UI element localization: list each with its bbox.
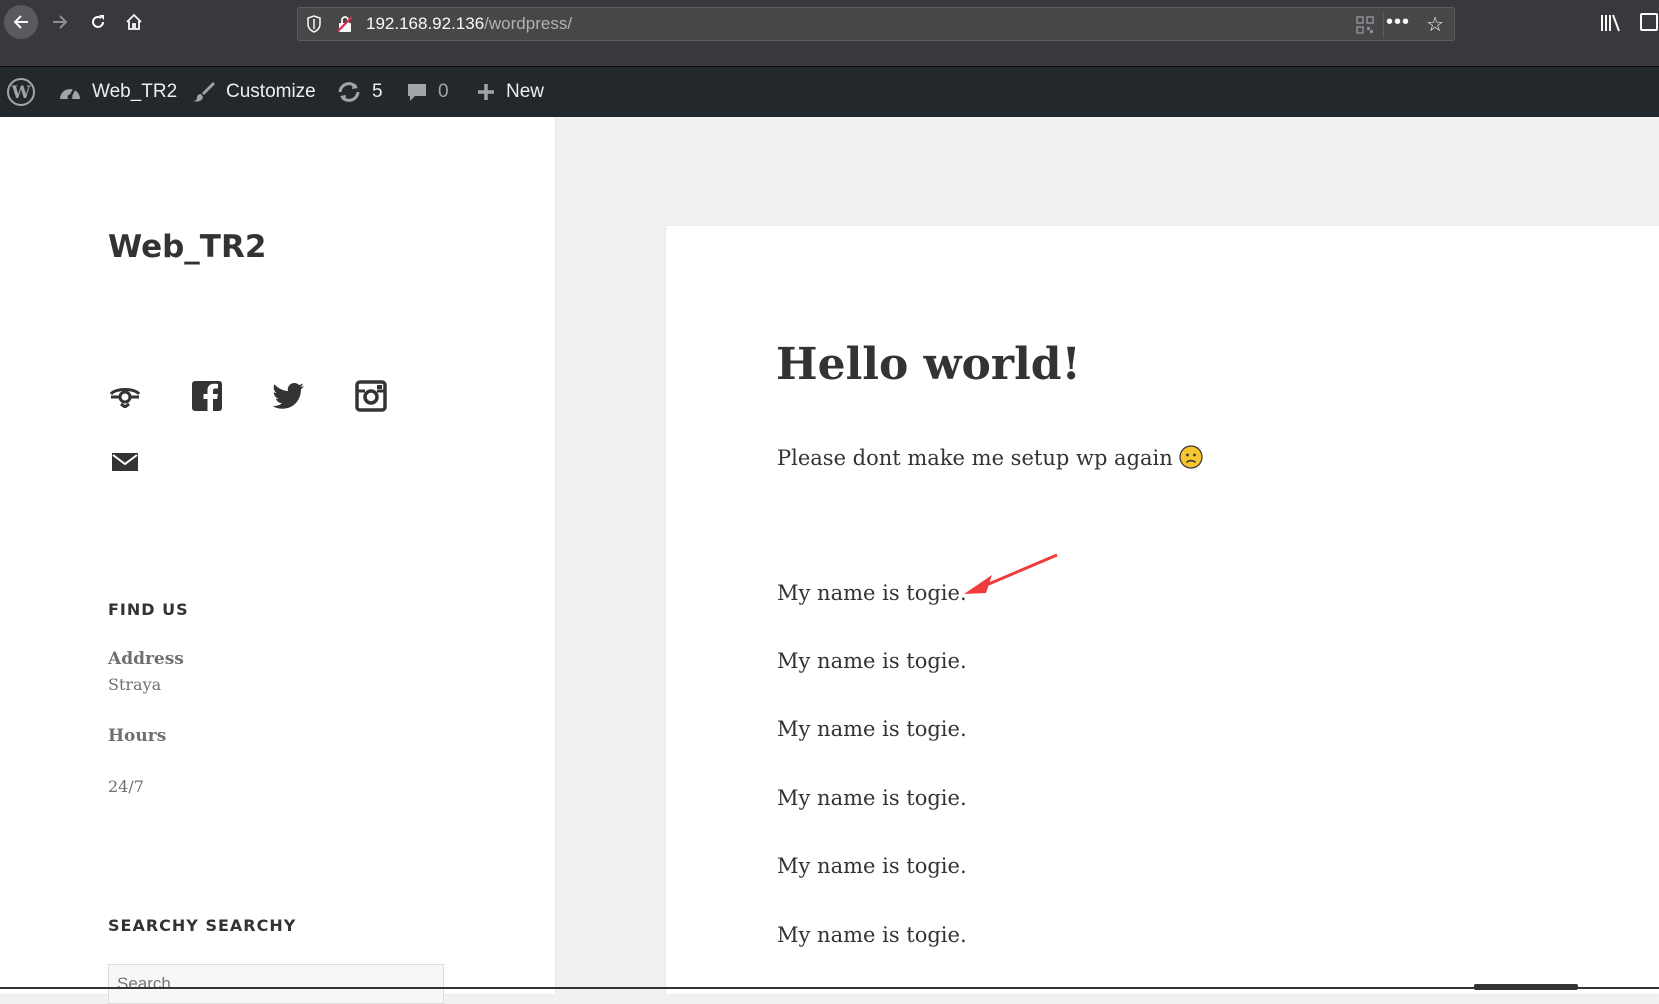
comments-count: 0 bbox=[438, 81, 449, 102]
hours-value: 24/7 bbox=[108, 777, 144, 796]
sidebar-toggle-icon[interactable] bbox=[1640, 13, 1658, 31]
wp-logo-menu[interactable]: W bbox=[6, 67, 36, 117]
bookmark-star-icon[interactable]: ☆ bbox=[1426, 12, 1444, 36]
reload-icon bbox=[92, 15, 104, 28]
back-button[interactable] bbox=[4, 5, 38, 39]
new-content-menu[interactable]: New bbox=[476, 67, 544, 117]
page-bottom-edge bbox=[0, 987, 1659, 989]
slightly-frowning-face-icon bbox=[1179, 445, 1203, 469]
instagram-icon[interactable] bbox=[354, 379, 388, 413]
post-article: Hello world! Please dont make me setup w… bbox=[666, 226, 1659, 994]
back-arrow-icon bbox=[13, 15, 28, 29]
url-text[interactable]: 192.168.92.136/wordpress/ bbox=[366, 14, 572, 34]
address-value: Straya bbox=[108, 675, 162, 694]
url-bar[interactable]: 192.168.92.136/wordpress/ ••• ☆ bbox=[297, 7, 1455, 41]
annotation-arrow-icon bbox=[964, 553, 1058, 594]
post-title[interactable]: Hello world! bbox=[776, 339, 1081, 390]
post-line: My name is togie. bbox=[777, 786, 967, 810]
email-icon[interactable] bbox=[108, 445, 142, 479]
new-label: New bbox=[506, 81, 545, 102]
site-sidebar: Web_TR2 FIND US Address Straya Hours 24/… bbox=[0, 117, 555, 1004]
forward-arrow-icon bbox=[53, 15, 68, 29]
search-input[interactable] bbox=[108, 964, 444, 1004]
site-title[interactable]: Web_TR2 bbox=[108, 229, 266, 265]
site-name-menu[interactable]: Web_TR2 bbox=[58, 67, 177, 117]
browser-toolbar: 192.168.92.136/wordpress/ ••• ☆ bbox=[0, 0, 1659, 67]
facebook-icon[interactable] bbox=[190, 379, 224, 413]
post-line: My name is togie. bbox=[777, 717, 967, 741]
address-label: Address bbox=[108, 649, 184, 669]
comments-link[interactable]: 0 bbox=[406, 67, 449, 117]
tripadvisor-icon[interactable] bbox=[108, 379, 142, 413]
forward-button[interactable] bbox=[44, 6, 76, 38]
paintbrush-icon bbox=[192, 80, 216, 104]
twitter-icon[interactable] bbox=[272, 379, 306, 413]
scroll-indicator bbox=[1474, 984, 1578, 990]
updates-link[interactable]: 5 bbox=[336, 67, 383, 117]
post-line: My name is togie. bbox=[777, 649, 967, 673]
library-icon[interactable] bbox=[1600, 13, 1622, 33]
url-path: /wordpress/ bbox=[484, 14, 573, 33]
hours-label: Hours bbox=[108, 726, 167, 746]
find-us-heading: FIND US bbox=[108, 600, 189, 619]
search-widget-heading: SEARCHY SEARCHY bbox=[108, 916, 297, 935]
insecure-lock-icon[interactable] bbox=[336, 15, 354, 33]
post-line: My name is togie. bbox=[777, 923, 967, 947]
post-intro-text: Please dont make me setup wp again bbox=[777, 446, 1173, 470]
customize-link[interactable]: Customize bbox=[192, 67, 316, 117]
home-button[interactable] bbox=[118, 6, 150, 38]
page-actions-more-icon[interactable]: ••• bbox=[1386, 11, 1410, 34]
wp-admin-bar: W Web_TR2 Customize 5 0 New bbox=[0, 67, 1659, 117]
wordpress-logo-icon: W bbox=[7, 78, 35, 106]
customize-label: Customize bbox=[226, 81, 316, 102]
post-line: My name is togie. bbox=[777, 581, 967, 605]
post-intro: Please dont make me setup wp again bbox=[777, 445, 1203, 470]
updates-refresh-icon bbox=[336, 81, 362, 103]
reload-button[interactable] bbox=[82, 6, 114, 38]
url-host: 192.168.92.136 bbox=[366, 14, 485, 33]
url-separator bbox=[1383, 13, 1384, 37]
home-icon bbox=[126, 13, 142, 30]
comment-bubble-icon bbox=[406, 81, 428, 103]
svg-text:W: W bbox=[10, 83, 31, 103]
qr-code-icon[interactable] bbox=[1356, 16, 1374, 34]
site-name-label: Web_TR2 bbox=[92, 81, 178, 102]
plus-icon bbox=[476, 82, 496, 102]
tracking-shield-icon[interactable] bbox=[306, 15, 322, 33]
dashboard-icon bbox=[58, 81, 82, 103]
post-line: My name is togie. bbox=[777, 854, 967, 878]
updates-count: 5 bbox=[372, 81, 383, 102]
